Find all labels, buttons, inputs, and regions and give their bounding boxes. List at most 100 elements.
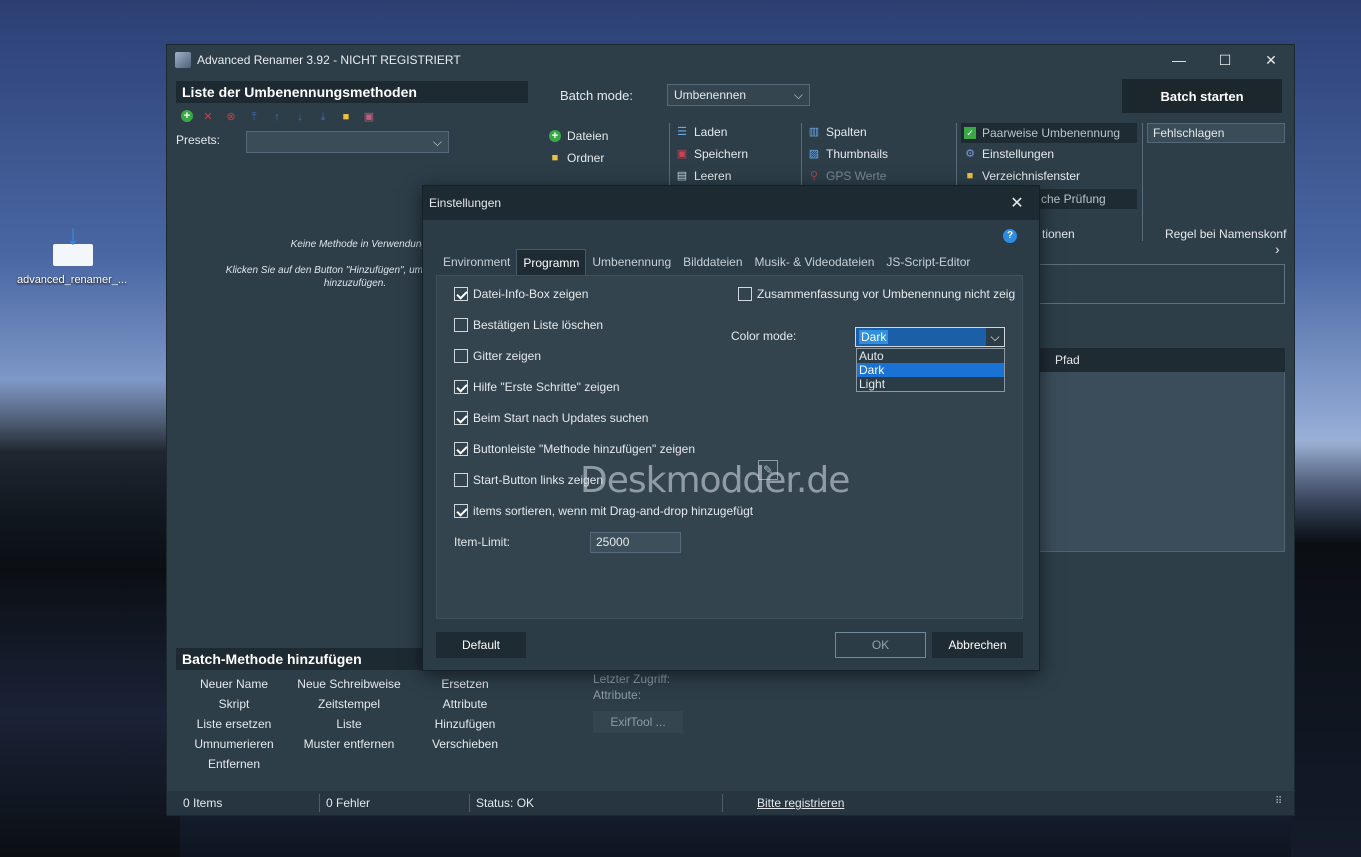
options-link[interactable]: tionen bbox=[1042, 227, 1075, 241]
desktop-icon-advanced-renamer[interactable]: ↓ advanced_renamer_... bbox=[14, 221, 130, 287]
desktop-treeline-right bbox=[1291, 440, 1361, 857]
add-files-button[interactable]: + Dateien bbox=[549, 129, 608, 143]
settings-button[interactable]: ⚙ Einstellungen bbox=[964, 147, 1054, 161]
cancel-button[interactable]: Abbrechen bbox=[932, 632, 1023, 658]
batch-mode-combo[interactable]: Umbenennen ⌵ bbox=[667, 84, 810, 106]
folder-icon[interactable]: ■ bbox=[338, 110, 354, 124]
move-up-icon[interactable]: ↑ bbox=[269, 110, 285, 124]
tab-musik-video[interactable]: Musik- & Videodateien bbox=[749, 249, 881, 275]
tab-programm[interactable]: Programm bbox=[516, 249, 587, 275]
dialog-title-bar: Einstellungen ✕ bbox=[423, 186, 1039, 220]
check-show-method-buttonbar[interactable]: Buttonleiste "Methode hinzufügen" zeigen bbox=[454, 442, 695, 456]
directory-window-button[interactable]: ■ Verzeichnisfenster bbox=[964, 169, 1080, 183]
checkbox[interactable] bbox=[454, 411, 468, 425]
pairwise-rename-button[interactable]: ✓ Paarweise Umbenennung bbox=[961, 123, 1137, 143]
check-updates-on-start[interactable]: Beim Start nach Updates suchen bbox=[454, 411, 648, 425]
color-mode-value: Dark bbox=[859, 330, 889, 344]
tab-js-script-editor[interactable]: JS-Script-Editor bbox=[880, 249, 976, 275]
check-label: items sortieren, wenn mit Drag-and-drop … bbox=[473, 504, 754, 518]
batch-mode-value: Umbenennen bbox=[674, 88, 747, 102]
method-timestamp[interactable]: Zeitstempel bbox=[294, 697, 404, 711]
move-bottom-icon[interactable]: ⤓ bbox=[315, 110, 331, 124]
check-sort-drag-drop[interactable]: items sortieren, wenn mit Drag-and-drop … bbox=[454, 504, 753, 518]
option-light[interactable]: Light bbox=[857, 377, 1004, 391]
help-icon[interactable]: ? bbox=[1003, 229, 1017, 243]
remove-icon[interactable]: ✕ bbox=[200, 110, 216, 124]
folder-icon: ■ bbox=[551, 152, 559, 164]
thumbnails-button[interactable]: ▨ Thumbnails bbox=[808, 147, 888, 161]
add-folder-button[interactable]: ■ Ordner bbox=[549, 151, 605, 165]
resize-grip-icon[interactable]: ⠿ bbox=[1275, 796, 1282, 807]
option-auto[interactable]: Auto bbox=[857, 349, 1004, 363]
check-show-grid[interactable]: Gitter zeigen bbox=[454, 349, 541, 363]
load-button[interactable]: ☰ Laden bbox=[676, 125, 727, 139]
minimize-button[interactable]: — bbox=[1156, 45, 1202, 75]
check-file-info-box[interactable]: Datei-Info-Box zeigen bbox=[454, 287, 588, 301]
check-label: Datei-Info-Box zeigen bbox=[473, 287, 589, 301]
columns-icon: ▥ bbox=[808, 126, 820, 138]
color-mode-select[interactable]: Dark ⌵ bbox=[855, 327, 1005, 347]
chevron-right-icon[interactable]: › bbox=[1275, 241, 1280, 257]
register-link[interactable]: Bitte registrieren bbox=[757, 796, 844, 810]
method-attributes[interactable]: Attribute bbox=[410, 697, 520, 711]
method-new-case[interactable]: Neue Schreibweise bbox=[294, 677, 404, 691]
batch-mode-label: Batch mode: bbox=[560, 88, 633, 103]
file-grid[interactable] bbox=[1039, 348, 1285, 552]
on-conflict-field[interactable]: Fehlschlagen bbox=[1147, 123, 1285, 143]
column-header-path[interactable]: Pfad bbox=[1039, 348, 1285, 372]
presets-combo[interactable]: ⌵ bbox=[246, 131, 449, 153]
checkbox[interactable] bbox=[454, 287, 468, 301]
tab-bilddateien[interactable]: Bilddateien bbox=[677, 249, 748, 275]
status-errors: 0 Fehler bbox=[326, 796, 371, 810]
checkbox[interactable] bbox=[738, 287, 752, 301]
item-limit-input[interactable]: 25000 bbox=[590, 532, 681, 553]
gps-button[interactable]: ⚲ GPS Werte bbox=[808, 169, 887, 183]
clear-icon[interactable]: ⊗ bbox=[223, 110, 239, 124]
method-move[interactable]: Verschieben bbox=[410, 737, 520, 751]
method-replace[interactable]: Ersetzen bbox=[410, 677, 520, 691]
ok-button[interactable]: OK bbox=[835, 632, 926, 658]
image-icon: ▨ bbox=[808, 148, 820, 160]
move-top-icon[interactable]: ⤒ bbox=[246, 110, 262, 124]
method-list-replace[interactable]: Liste ersetzen bbox=[179, 717, 289, 731]
checkbox[interactable] bbox=[454, 473, 468, 487]
checkbox-icon: ✓ bbox=[964, 127, 976, 139]
tab-environment[interactable]: Environment bbox=[437, 249, 516, 275]
maximize-button[interactable]: ☐ bbox=[1202, 45, 1248, 75]
checkbox[interactable] bbox=[454, 318, 468, 332]
name-conflict-rule-label: Regel bei Namenskonf bbox=[1165, 227, 1287, 241]
method-remove-pattern[interactable]: Muster entfernen bbox=[294, 737, 404, 751]
columns-button[interactable]: ▥ Spalten bbox=[808, 125, 867, 139]
check-skip-summary[interactable]: Zusammenfassung vor Umbenennung nicht ze… bbox=[738, 287, 1015, 301]
checkbox[interactable] bbox=[454, 442, 468, 456]
option-dark[interactable]: Dark bbox=[857, 363, 1004, 377]
method-list[interactable]: Liste bbox=[294, 717, 404, 731]
batch-start-button[interactable]: Batch starten bbox=[1122, 79, 1282, 113]
attributes-label: Attribute: bbox=[593, 688, 642, 702]
list-icon: ☰ bbox=[677, 126, 687, 138]
save-list-button[interactable]: ▣ Speichern bbox=[676, 147, 748, 161]
dialog-close-button[interactable]: ✕ bbox=[995, 193, 1039, 213]
close-button[interactable]: ✕ bbox=[1248, 45, 1294, 75]
checkbox[interactable] bbox=[454, 504, 468, 518]
filter-box[interactable] bbox=[1039, 264, 1285, 304]
check-label: Beim Start nach Updates suchen bbox=[473, 411, 649, 425]
method-remove[interactable]: Entfernen bbox=[179, 757, 289, 771]
empty-hint-line3: hinzuzufügen. bbox=[323, 278, 387, 289]
method-script[interactable]: Skript bbox=[179, 697, 289, 711]
method-renumber[interactable]: Umnumerieren bbox=[179, 737, 289, 751]
tab-umbenennung[interactable]: Umbenennung bbox=[586, 249, 677, 275]
method-new-name[interactable]: Neuer Name bbox=[179, 677, 289, 691]
check-confirm-clear-list[interactable]: Bestätigen Liste löschen bbox=[454, 318, 603, 332]
checkbox[interactable] bbox=[454, 380, 468, 394]
divider bbox=[1142, 123, 1143, 241]
clear-list-button[interactable]: ▤ Leeren bbox=[676, 169, 732, 183]
default-button[interactable]: Default bbox=[436, 632, 526, 658]
checkbox[interactable] bbox=[454, 349, 468, 363]
method-add[interactable]: Hinzufügen bbox=[410, 717, 520, 731]
save-icon[interactable]: ▣ bbox=[361, 110, 377, 124]
check-show-first-steps[interactable]: Hilfe "Erste Schritte" zeigen bbox=[454, 380, 620, 394]
add-icon[interactable]: + bbox=[181, 110, 193, 122]
exiftool-button[interactable]: ExifTool ... bbox=[593, 711, 683, 733]
move-down-icon[interactable]: ↓ bbox=[292, 110, 308, 124]
